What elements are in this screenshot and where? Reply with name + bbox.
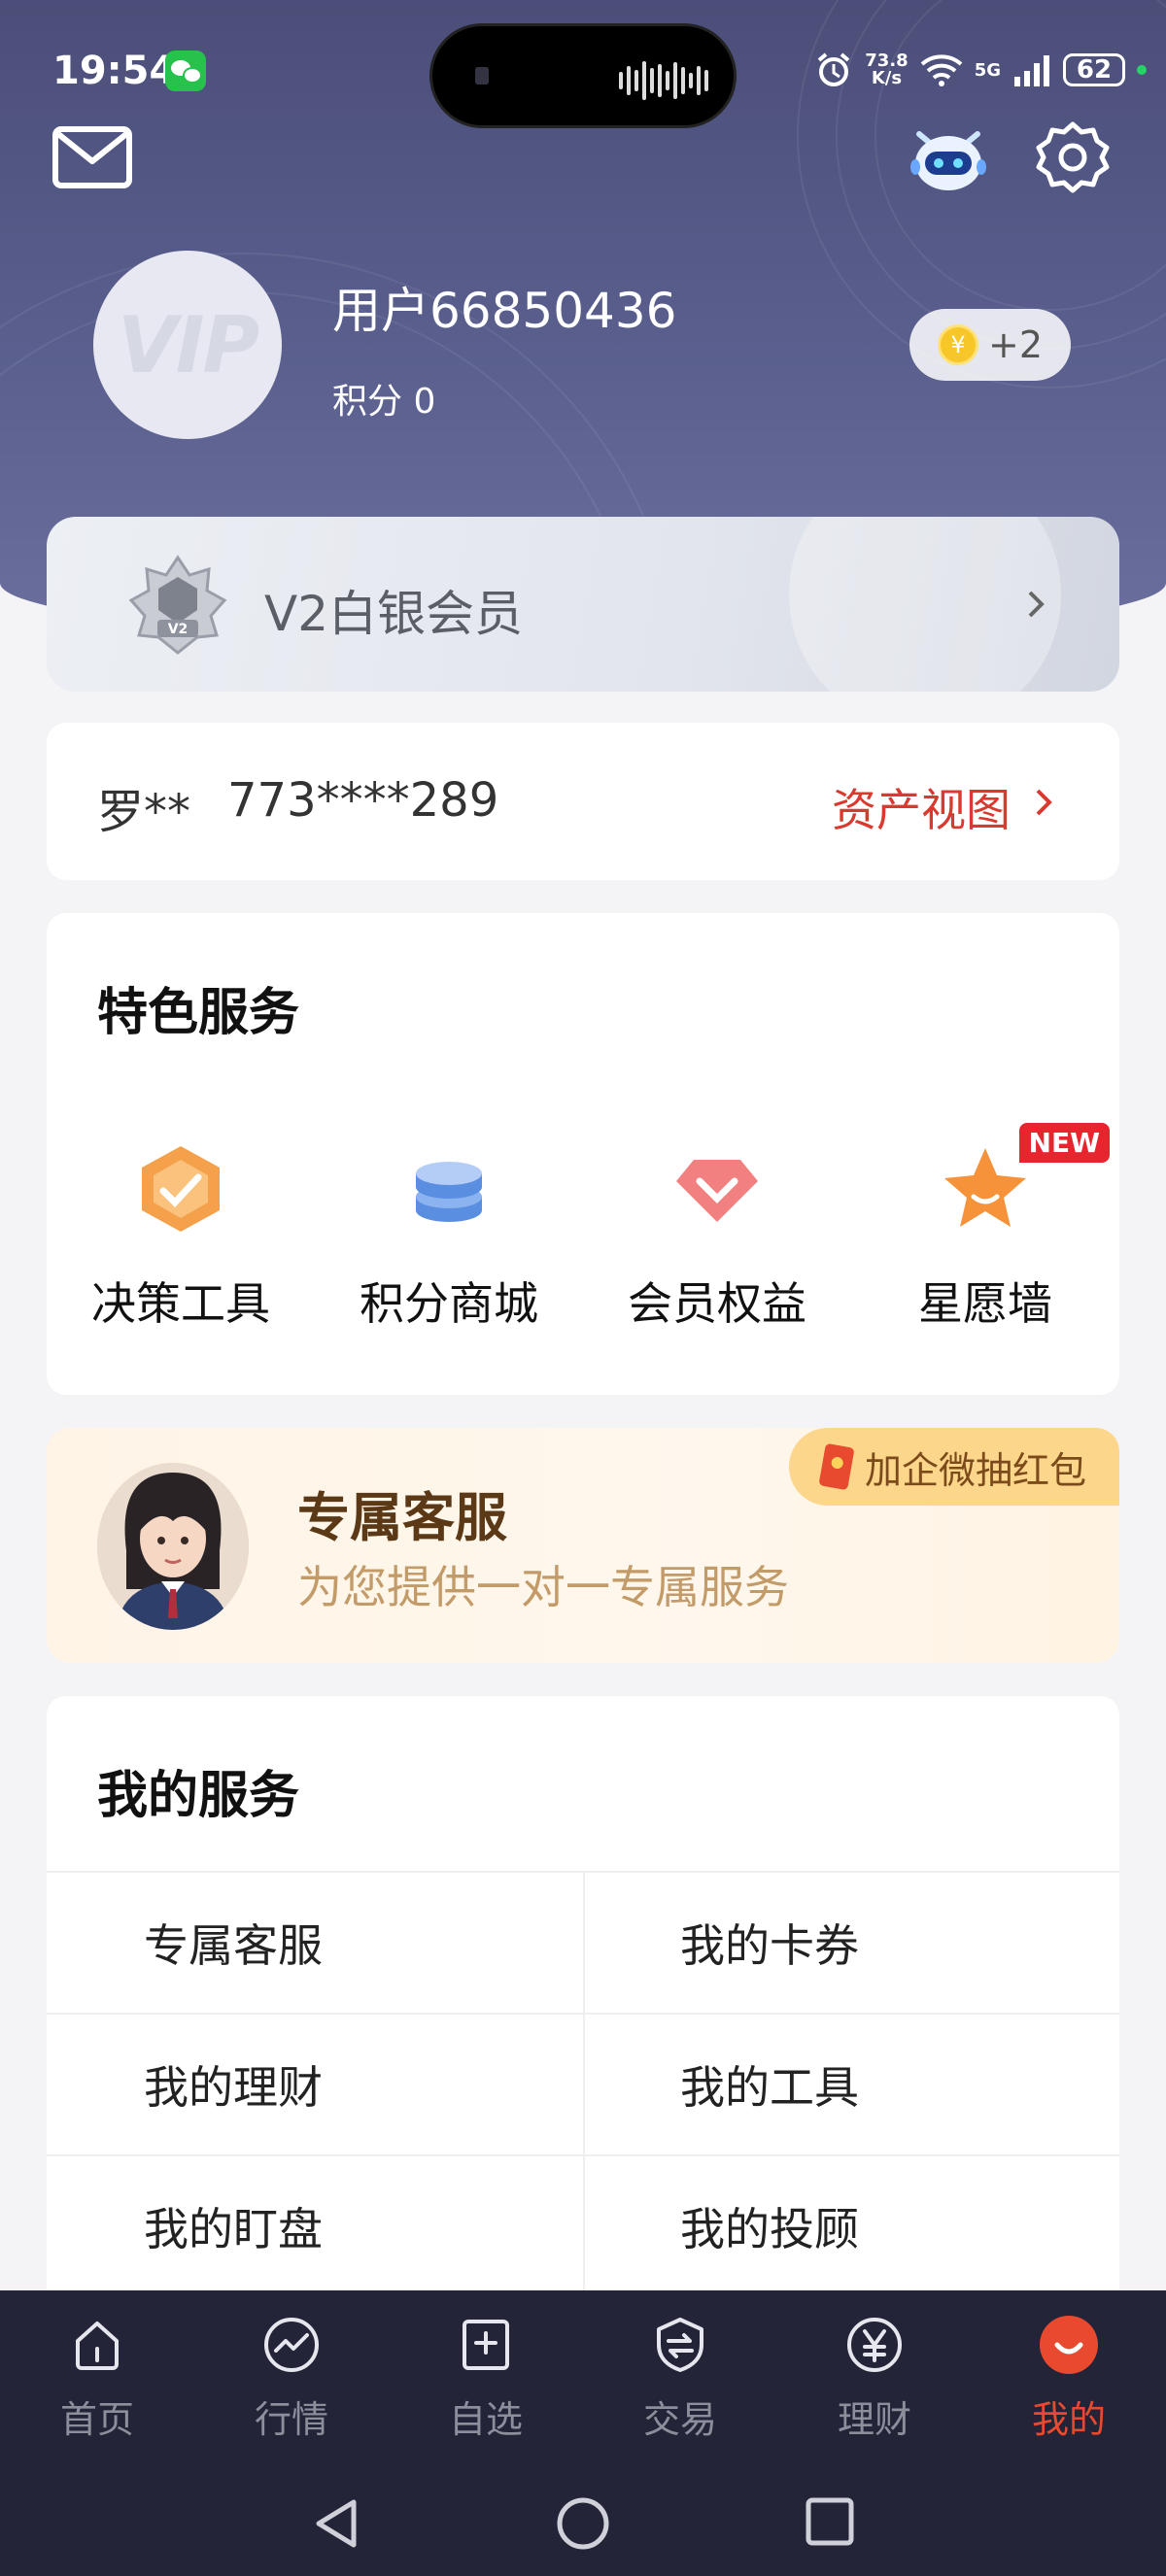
account-card: 罗** 773****289 资产视图 — [47, 723, 1119, 880]
points-value[interactable]: 积分 0 — [332, 373, 435, 424]
tab-label: 交易 — [642, 2398, 717, 2441]
feature-label: 星愿墙 — [918, 1277, 1052, 1330]
tab-label: 首页 — [59, 2398, 134, 2441]
watchlist-icon — [463, 2320, 509, 2370]
service-my-coupons[interactable]: 我的卡券 — [583, 1873, 1119, 2013]
service-title: 专属客服 — [297, 1487, 507, 1548]
wealth-icon — [847, 2318, 902, 2372]
home-icon — [76, 2322, 119, 2370]
bottom-tab-bar: 首页 行情 自选 交易 理财 我的 — [0, 2290, 1166, 2576]
service-my-advisor[interactable]: 我的投顾 — [583, 2156, 1119, 2296]
network-speed: 73.8 K/s — [865, 51, 909, 88]
coin-reward-pill[interactable]: ¥ +2 — [909, 309, 1071, 381]
new-badge: NEW — [1018, 1123, 1110, 1163]
exclusive-service-card[interactable]: 专属客服 为您提供一对一专属服务 加企微抽红包 — [47, 1428, 1119, 1663]
avatar[interactable]: VIP — [93, 251, 282, 439]
network-type: 5G — [974, 59, 1001, 81]
feature-decision-tool[interactable]: 决策工具 — [47, 1142, 315, 1333]
member-benefits-icon — [676, 1160, 758, 1222]
tab-label: 自选 — [448, 2398, 523, 2441]
section-title: 特色服务 — [97, 984, 300, 1042]
system-navigation-bar — [0, 2485, 1166, 2562]
service-subtitle: 为您提供一对一专属服务 — [297, 1561, 789, 1613]
trade-icon — [657, 2318, 703, 2372]
back-icon[interactable] — [311, 2496, 361, 2551]
service-row: 我的盯盘 我的投顾 — [47, 2156, 1119, 2298]
clock: 19:54 — [52, 49, 177, 93]
service-my-watch[interactable]: 我的盯盘 — [47, 2156, 583, 2296]
membership-card[interactable]: V2 V2白银会员 — [47, 517, 1119, 692]
tab-home[interactable]: 首页 — [0, 2314, 194, 2461]
status-bar: 19:54 73.8 K/s 5G 62 — [0, 23, 1166, 128]
coin-delta: +2 — [987, 323, 1044, 366]
tab-trade[interactable]: 交易 — [583, 2314, 777, 2461]
recents-square-icon[interactable] — [805, 2496, 855, 2547]
yuan-coin-icon: ¥ — [937, 324, 978, 365]
feature-wish-wall[interactable]: NEW 星愿墙 — [851, 1123, 1119, 1333]
market-icon — [264, 2318, 319, 2372]
battery-indicator: 62 — [1063, 53, 1125, 86]
dynamic-island — [429, 23, 737, 128]
feature-label: 积分商城 — [360, 1277, 538, 1330]
red-envelope-icon — [818, 1442, 855, 1491]
service-my-wealth[interactable]: 我的理财 — [47, 2015, 583, 2154]
wifi-icon — [920, 54, 963, 86]
service-exclusive-cs[interactable]: 专属客服 — [47, 1873, 583, 2013]
silver-medal-icon: V2 — [128, 555, 227, 655]
feature-label: 会员权益 — [628, 1277, 806, 1330]
robot-assistant-icon[interactable] — [909, 124, 987, 194]
privacy-dot — [1137, 65, 1147, 75]
service-my-tools[interactable]: 我的工具 — [583, 2015, 1119, 2154]
feature-points-mall[interactable]: 积分商城 — [315, 1142, 583, 1333]
mail-icon[interactable] — [52, 126, 132, 188]
featured-services-card: 特色服务 决策工具 积分商城 会员权益 NEW 星愿墙 — [47, 913, 1119, 1395]
wechat-redpacket-button[interactable]: 加企微抽红包 — [789, 1428, 1119, 1506]
tab-market[interactable]: 行情 — [194, 2314, 389, 2461]
signal-icon — [1014, 55, 1049, 86]
points-mall-icon — [416, 1162, 482, 1222]
settings-gear-icon[interactable] — [1036, 120, 1110, 194]
tab-wealth[interactable]: 理财 — [777, 2314, 972, 2461]
my-services-card: 我的服务 专属客服 我的卡券 我的理财 我的工具 我的盯盘 我的投顾 — [47, 1696, 1119, 2298]
tab-watchlist[interactable]: 自选 — [389, 2314, 583, 2461]
me-icon — [1040, 2316, 1098, 2374]
decision-tool-icon — [142, 1146, 220, 1232]
chevron-right-icon[interactable] — [1028, 787, 1059, 818]
alarm-icon — [817, 52, 850, 86]
feature-member-benefits[interactable]: 会员权益 — [583, 1142, 851, 1333]
service-agent-avatar — [97, 1463, 249, 1630]
wish-wall-star-icon — [944, 1148, 1026, 1227]
tab-me[interactable]: 我的 — [972, 2314, 1166, 2461]
section-title: 我的服务 — [97, 1767, 300, 1825]
account-number: 773****289 — [227, 773, 499, 828]
home-circle-icon[interactable] — [556, 2496, 610, 2551]
account-holder-name: 罗** — [97, 785, 191, 839]
tab-label: 行情 — [254, 2398, 328, 2441]
feature-label: 决策工具 — [91, 1277, 270, 1330]
asset-view-link[interactable]: 资产视图 — [832, 775, 1011, 839]
wechat-notification-icon — [165, 51, 206, 91]
service-row: 专属客服 我的卡券 — [47, 1873, 1119, 2015]
username: 用户66850436 — [332, 283, 677, 339]
tab-label: 理财 — [837, 2398, 911, 2441]
redpacket-label: 加企微抽红包 — [864, 1448, 1086, 1492]
medal-level-text: V2 — [168, 622, 189, 637]
membership-level: V2白银会员 — [264, 586, 524, 642]
service-row: 我的理财 我的工具 — [47, 2015, 1119, 2156]
chevron-right-icon — [1028, 591, 1045, 618]
vip-avatar-text: VIP — [117, 299, 259, 390]
tab-label: 我的 — [1031, 2398, 1106, 2441]
